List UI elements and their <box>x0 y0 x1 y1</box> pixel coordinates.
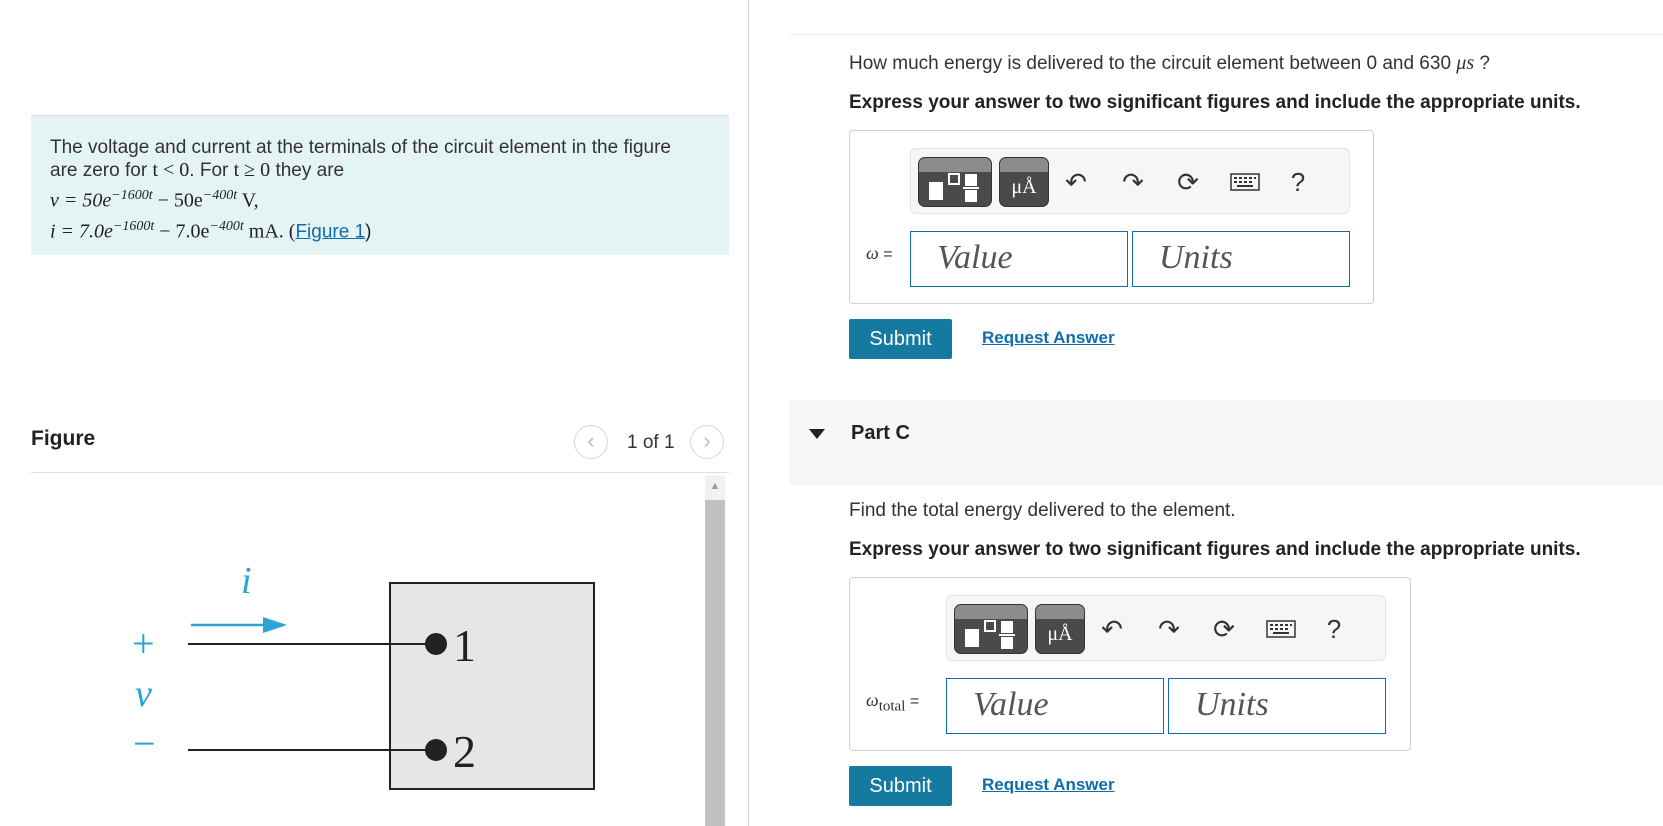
figure-link[interactable]: Figure 1 <box>295 221 365 242</box>
partb-instruction: Express your answer to two significant f… <box>849 92 1581 113</box>
partc-units-input[interactable]: Units <box>1168 678 1386 734</box>
partc-toolbar: μÅ ↶ ↷ ⟳ ? <box>946 595 1386 661</box>
figure-header: Figure ‹ 1 of 1 › <box>31 420 729 473</box>
voltage-label: v <box>135 673 152 715</box>
left-pane: The voltage and current at the terminals… <box>0 0 748 826</box>
partb-symbol: ω = <box>866 243 893 263</box>
partb-units-input[interactable]: Units <box>1132 231 1350 287</box>
scrollbar-thumb[interactable] <box>705 500 725 826</box>
minus-sign: − <box>133 721 156 766</box>
help-icon[interactable]: ? <box>1319 614 1349 644</box>
page-indicator: 1 of 1 <box>627 432 675 453</box>
partb-question: How much energy is delivered to the circ… <box>849 52 1490 74</box>
units-icon[interactable]: μÅ <box>1035 604 1085 654</box>
partb-request-answer-link[interactable]: Request Answer <box>982 328 1115 348</box>
templates-icon[interactable] <box>918 157 992 207</box>
voltage-equation: v = 50e−1600t − 50e−400t V, <box>50 188 259 212</box>
terminal-2-label: 2 <box>453 726 476 777</box>
chevron-left-icon[interactable]: ‹ <box>574 425 608 459</box>
top-divider <box>789 34 1663 35</box>
partc-request-answer-link[interactable]: Request Answer <box>982 775 1115 795</box>
partc-question: Find the total energy delivered to the e… <box>849 500 1236 521</box>
terminal-2-dot <box>425 739 447 761</box>
partc-header[interactable]: Part C <box>789 400 1663 485</box>
redo-icon[interactable]: ↷ <box>1154 614 1184 644</box>
reset-icon[interactable]: ⟳ <box>1173 167 1203 197</box>
chevron-right-icon[interactable]: › <box>690 425 724 459</box>
problem-statement: The voltage and current at the terminals… <box>31 115 729 255</box>
undo-icon[interactable]: ↶ <box>1097 614 1127 644</box>
partc-submit-button[interactable]: Submit <box>849 766 952 806</box>
help-icon[interactable]: ? <box>1283 167 1313 197</box>
partb-answer-box: μÅ ↶ ↷ ⟳ ? ω = Value Units <box>849 130 1374 304</box>
problem-line-1: The voltage and current at the terminals… <box>50 137 671 158</box>
partb-toolbar: μÅ ↶ ↷ ⟳ ? <box>910 148 1350 214</box>
keyboard-icon[interactable] <box>1227 167 1263 197</box>
partc-title: Part C <box>851 422 910 444</box>
keyboard-icon[interactable] <box>1263 614 1299 644</box>
partc-answer-box: μÅ ↶ ↷ ⟳ ? ωtotal = Value Units <box>849 577 1411 751</box>
units-icon[interactable]: μÅ <box>999 157 1049 207</box>
templates-icon[interactable] <box>954 604 1028 654</box>
scroll-up-arrow-icon[interactable]: ▲ <box>705 476 725 496</box>
terminal-1-label: 1 <box>453 620 476 671</box>
caret-down-icon[interactable] <box>809 429 825 439</box>
partc-instruction: Express your answer to two significant f… <box>849 539 1581 560</box>
circuit-diagram: i + v − 1 2 <box>132 560 595 790</box>
reset-icon[interactable]: ⟳ <box>1209 614 1239 644</box>
circuit-figure: i + v − 1 2 <box>31 475 729 826</box>
problem-line-2: are zero for t < 0. For t ≥ 0 they are <box>50 159 345 181</box>
partb-submit-button[interactable]: Submit <box>849 319 952 359</box>
current-label: i <box>241 560 252 602</box>
figure-title: Figure <box>31 427 96 450</box>
circuit-element-box <box>389 582 595 790</box>
partc-symbol: ωtotal = <box>866 690 920 715</box>
current-equation: i = 7.0e−1600t − 7.0e−400t mA. (Figure 1… <box>50 218 372 243</box>
partb-value-input[interactable]: Value <box>910 231 1128 287</box>
partc-value-input[interactable]: Value <box>946 678 1164 734</box>
figure-scrollbar[interactable]: ▲ <box>705 476 725 826</box>
undo-icon[interactable]: ↶ <box>1061 167 1091 197</box>
current-arrow-head <box>263 617 287 633</box>
terminal-1-dot <box>425 633 447 655</box>
redo-icon[interactable]: ↷ <box>1118 167 1148 197</box>
right-pane: How much energy is delivered to the circ… <box>749 0 1663 826</box>
plus-sign: + <box>132 621 155 666</box>
